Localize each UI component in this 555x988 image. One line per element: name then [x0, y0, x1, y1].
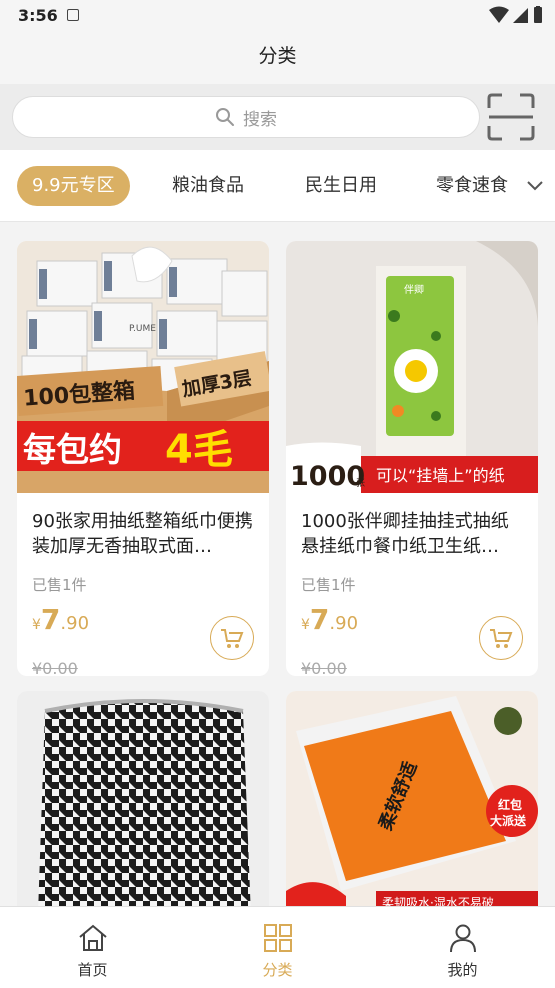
houndstooth-basket-illustration	[17, 691, 269, 906]
signal-icon	[513, 8, 528, 23]
nav-category-label: 分类	[262, 961, 293, 979]
search-icon	[216, 108, 234, 126]
currency-symbol: ¥	[301, 617, 310, 633]
tab-daily-goods[interactable]: 民生日用	[305, 166, 377, 206]
nav-profile[interactable]: 我的	[370, 907, 555, 988]
chevron-down-icon	[527, 181, 543, 191]
wifi-icon	[489, 6, 509, 23]
bottom-nav: 首页 分类 我的	[0, 906, 555, 988]
tissue-box-illustration: P.UME 100包整箱 加厚3层 每包约 4毛	[17, 241, 269, 493]
svg-text:可以“挂墙上”的纸: 可以“挂墙上”的纸	[376, 466, 505, 485]
product-image: 伴卿 1000 张 可以“挂墙上”的纸	[286, 241, 538, 493]
page-title: 分类	[258, 45, 297, 67]
price-decimal: .90	[329, 613, 359, 634]
svg-text:柔韧吸水·湿水不易破: 柔韧吸水·湿水不易破	[382, 895, 494, 906]
sim-card-icon	[67, 9, 79, 21]
page-header: 分类	[0, 32, 555, 84]
price-integer: 7	[40, 603, 61, 636]
svg-text:4毛: 4毛	[165, 427, 233, 473]
nav-category[interactable]: 分类	[185, 907, 370, 988]
profile-icon	[449, 924, 476, 953]
tab-9-9-zone[interactable]: 9.9元专区	[17, 166, 130, 206]
svg-text:红包: 红包	[498, 797, 522, 812]
currency-symbol: ¥	[32, 617, 41, 633]
product-image: P.UME 100包整箱 加厚3层 每包约 4毛	[17, 241, 269, 493]
category-tabs: 9.9元专区 粮油食品 民生日用 零食速食	[0, 150, 555, 222]
search-row: 搜索	[0, 84, 555, 150]
svg-text:伴卿: 伴卿	[404, 283, 424, 296]
cart-icon	[221, 629, 244, 648]
price-integer: 7	[309, 603, 330, 636]
nav-home[interactable]: 首页	[0, 907, 185, 988]
tab-snacks[interactable]: 零食速食	[436, 166, 508, 206]
orange-tissue-pack-illustration: 柔软舒适 红包 大派送 柔韧吸水·湿水不易破	[286, 691, 538, 906]
svg-text:P.UME: P.UME	[129, 324, 156, 334]
product-image: 柔软舒适 红包 大派送 柔韧吸水·湿水不易破	[286, 691, 538, 906]
sold-count: 已售1件	[301, 576, 356, 594]
sold-count: 已售1件	[32, 576, 87, 594]
status-icons	[489, 6, 543, 24]
product-card[interactable]	[17, 691, 269, 906]
add-to-cart-button[interactable]	[479, 616, 523, 660]
svg-text:张: 张	[356, 478, 365, 489]
product-card[interactable]: P.UME 100包整箱 加厚3层 每包约 4毛 90张家用抽纸整箱纸巾便携装加…	[17, 241, 269, 676]
nav-profile-label: 我的	[447, 961, 478, 979]
svg-text:1000: 1000	[290, 461, 365, 492]
product-image	[17, 691, 269, 906]
product-name[interactable]: 1000张伴卿挂抽挂式抽纸悬挂纸巾餐巾纸卫生纸…	[301, 509, 526, 561]
product-grid: P.UME 100包整箱 加厚3层 每包约 4毛 90张家用抽纸整箱纸巾便携装加…	[0, 222, 555, 906]
search-placeholder: 搜索	[243, 109, 277, 130]
original-price: ¥0.00	[32, 659, 78, 676]
svg-text:每包约: 每包约	[23, 430, 122, 469]
nav-home-label: 首页	[77, 961, 108, 979]
original-price: ¥0.00	[301, 659, 347, 676]
product-price: ¥7.90	[32, 603, 89, 636]
home-icon	[78, 924, 107, 951]
product-card[interactable]: 伴卿 1000 张 可以“挂墙上”的纸 1000张伴卿挂抽挂式抽纸悬挂纸巾餐巾纸…	[286, 241, 538, 676]
category-icon	[263, 924, 292, 952]
add-to-cart-button[interactable]	[210, 616, 254, 660]
status-bar: 3:56	[0, 0, 555, 32]
price-decimal: .90	[60, 613, 90, 634]
product-price: ¥7.90	[301, 603, 358, 636]
scan-icon[interactable]	[486, 92, 536, 142]
cart-icon	[490, 629, 513, 648]
tab-grain-oil-food[interactable]: 粮油食品	[172, 166, 244, 206]
svg-text:大派送: 大派送	[490, 813, 527, 828]
battery-icon	[534, 6, 542, 23]
tabs-expand-button[interactable]	[515, 150, 555, 221]
hanging-tissue-illustration: 伴卿 1000 张 可以“挂墙上”的纸	[286, 241, 538, 493]
product-card[interactable]: 柔软舒适 红包 大派送 柔韧吸水·湿水不易破	[286, 691, 538, 906]
product-name[interactable]: 90张家用抽纸整箱纸巾便携装加厚无香抽取式面…	[32, 509, 257, 561]
status-time: 3:56	[18, 6, 58, 25]
search-input[interactable]: 搜索	[12, 96, 480, 138]
